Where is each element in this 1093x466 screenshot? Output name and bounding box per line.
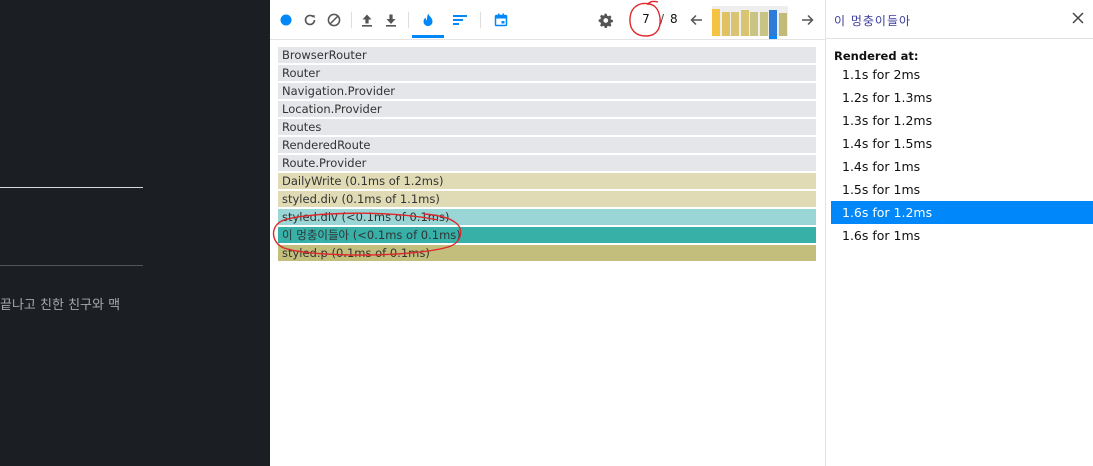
calendar-icon — [494, 13, 508, 27]
ranked-chart-icon — [453, 15, 467, 25]
app-page-area: 끝나고 친한 친구와 맥 — [0, 0, 270, 466]
flamegraph-row[interactable]: styled.div (0.1ms of 1.1ms) — [278, 191, 816, 207]
divider — [0, 187, 143, 188]
download-icon — [386, 14, 396, 27]
commit-index: 7 — [642, 12, 650, 26]
commit-bar[interactable] — [750, 12, 758, 36]
commit-bar[interactable] — [740, 10, 749, 36]
gear-icon — [598, 12, 613, 28]
page-text: 끝나고 친한 친구와 맥 — [0, 298, 121, 313]
rendered-at-item[interactable]: 1.2s for 1.3ms — [831, 86, 1093, 109]
previous-commit-button[interactable] — [686, 10, 706, 30]
toolbar-separator — [351, 12, 352, 28]
rendered-at-item[interactable]: 1.3s for 1.2ms — [831, 109, 1093, 132]
load-profile-button[interactable] — [357, 10, 377, 30]
record-button[interactable] — [276, 10, 296, 30]
flamegraph-row[interactable]: BrowserRouter — [278, 47, 816, 63]
commit-bar-chart[interactable] — [712, 6, 788, 36]
flamegraph-row[interactable]: styled.div (<0.1ms of 0.1ms) — [278, 209, 816, 225]
upload-icon — [362, 14, 372, 27]
rendered-at-item[interactable]: 1.6s for 1ms — [831, 224, 1093, 247]
commit-separator: / — [660, 12, 665, 26]
flamegraph-tab[interactable] — [412, 10, 444, 38]
arrow-right-icon — [801, 14, 814, 26]
rendered-at-item[interactable]: 1.6s for 1.2ms — [831, 201, 1093, 224]
arrow-left-icon — [689, 14, 702, 26]
selected-component-name: 이 멍충이들아 — [834, 14, 912, 28]
flamegraph-row[interactable]: Routes — [278, 119, 816, 135]
close-icon — [1072, 12, 1084, 24]
commit-bar[interactable] — [712, 9, 720, 36]
sidebar-header: 이 멍충이들아 — [826, 0, 1093, 39]
reload-icon — [304, 14, 316, 26]
rendered-at-item[interactable]: 1.4s for 1ms — [831, 155, 1093, 178]
next-commit-button[interactable] — [797, 10, 817, 30]
react-devtools-profiler: 7 / 8 BrowserRouter Router Navigation.Provid… — [270, 0, 1093, 466]
commit-bar[interactable] — [778, 13, 787, 36]
commit-bar[interactable] — [731, 12, 739, 36]
settings-button[interactable] — [595, 10, 615, 30]
toolbar-separator — [408, 12, 409, 28]
commit-bar[interactable] — [769, 10, 777, 36]
clear-icon — [327, 13, 341, 27]
timeline-tab[interactable] — [491, 10, 511, 30]
flamegraph-row[interactable]: RenderedRoute — [278, 137, 816, 153]
clear-profiling-button[interactable] — [324, 10, 344, 30]
commit-counter: 7 / 8 — [640, 12, 678, 26]
divider — [0, 265, 143, 266]
flamegraph-row[interactable]: Navigation.Provider — [278, 83, 816, 99]
toolbar-separator — [480, 12, 481, 28]
flame-icon — [423, 13, 433, 27]
commit-bar[interactable] — [759, 12, 768, 36]
record-icon — [280, 14, 292, 26]
flamegraph-row[interactable]: Route.Provider — [278, 155, 816, 171]
ranked-tab[interactable] — [450, 10, 470, 30]
profiler-toolbar: 7 / 8 — [270, 0, 825, 40]
flamegraph-chart: BrowserRouter Router Navigation.Provider Lo… — [278, 47, 816, 263]
rendered-at-item[interactable]: 1.5s for 1ms — [831, 178, 1093, 201]
rendered-at-item[interactable]: 1.4s for 1.5ms — [831, 132, 1093, 155]
flamegraph-row[interactable]: 이 멍충이들아 (<0.1ms of 0.1ms) — [278, 227, 816, 243]
close-sidebar-button[interactable] — [1072, 12, 1088, 28]
flamegraph-row[interactable]: Location.Provider — [278, 101, 816, 117]
save-profile-button[interactable] — [381, 10, 401, 30]
rendered-at-list: 1.1s for 2ms 1.2s for 1.3ms 1.3s for 1.2ms… — [831, 63, 1093, 247]
rendered-at-item[interactable]: 1.1s for 2ms — [831, 63, 1093, 86]
flamegraph-row[interactable]: styled.p (0.1ms of 0.1ms) — [278, 245, 816, 261]
commit-bar[interactable] — [721, 12, 730, 36]
flamegraph-row[interactable]: DailyWrite (0.1ms of 1.2ms) — [278, 173, 816, 189]
reload-and-profile-button[interactable] — [300, 10, 320, 30]
rendered-at-label: Rendered at: — [834, 49, 919, 63]
commit-info-sidebar: 이 멍충이들아 Rendered at: 1.1s for 2ms 1.2s fo… — [825, 0, 1093, 466]
flamegraph-row[interactable]: Router — [278, 65, 816, 81]
commit-total: 8 — [670, 12, 678, 26]
